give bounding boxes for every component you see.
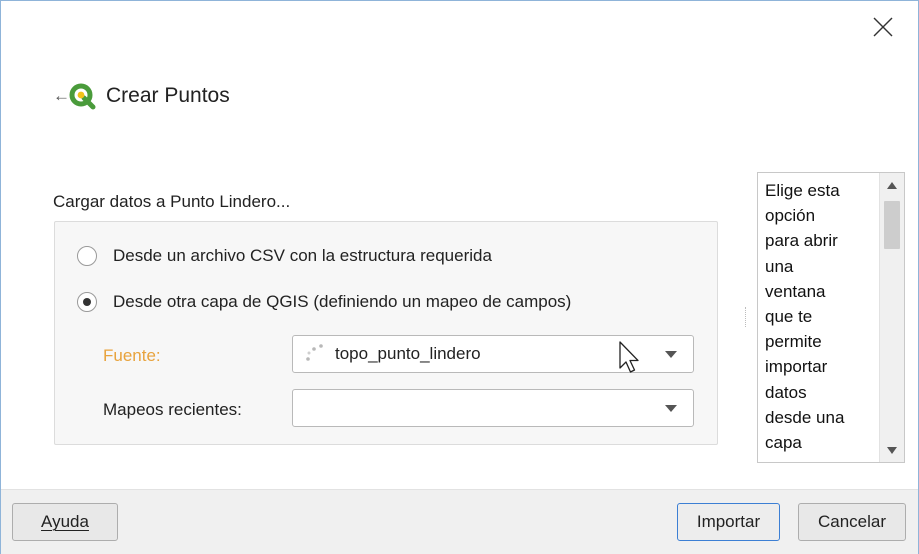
mouse-cursor-icon — [619, 341, 639, 373]
dialog-header: ← Crear Puntos — [53, 79, 230, 113]
recent-mappings-label: Mapeos recientes: — [103, 400, 242, 419]
radio-label-layer: Desde otra capa de QGIS (definiendo un m… — [113, 292, 572, 311]
help-text-line: datos — [765, 382, 807, 402]
import-button-label: Importar — [696, 512, 761, 531]
source-layer-value: topo_punto_lindero — [335, 344, 481, 363]
help-text-line: opción — [765, 206, 816, 226]
radio-label-csv: Desde un archivo CSV con la estructura r… — [113, 246, 492, 265]
import-options-panel: Desde un archivo CSV con la estructura r… — [54, 221, 718, 445]
radio-button-layer[interactable] — [77, 292, 97, 312]
help-text-line: que te — [765, 307, 813, 327]
help-text-line: desde una — [765, 407, 845, 427]
scroll-up-button[interactable] — [880, 173, 904, 197]
help-text-line: una — [765, 256, 794, 276]
help-text-line: para abrir — [765, 231, 838, 251]
import-button[interactable]: Importar — [677, 503, 780, 541]
cancel-button-label: Cancelar — [817, 512, 887, 531]
help-text-line: ventana — [765, 281, 826, 301]
chevron-down-icon — [665, 350, 677, 358]
close-icon — [873, 17, 893, 37]
dialog-window: ← Crear Puntos Cargar datos a Punto Lind… — [0, 0, 919, 554]
qgis-logo-icon — [69, 83, 96, 110]
help-scrollbar[interactable] — [879, 173, 904, 462]
cancel-button[interactable]: Cancelar — [798, 503, 906, 541]
close-button[interactable] — [863, 9, 903, 45]
scroll-thumb[interactable] — [884, 201, 900, 249]
dialog-footer: Ayuda Importar Cancelar — [1, 489, 918, 554]
radio-option-csv[interactable]: Desde un archivo CSV con la estructura r… — [77, 246, 492, 266]
help-text-line: importar — [765, 357, 828, 377]
scroll-up-icon — [887, 181, 897, 189]
help-text-line: permite — [765, 332, 822, 352]
scroll-down-button[interactable] — [880, 438, 904, 462]
help-text: Elige esta opción para abrir una ventana… — [765, 178, 877, 455]
scroll-down-icon — [887, 446, 897, 454]
help-text-box: Elige esta opción para abrir una ventana… — [757, 172, 905, 463]
point-layer-icon — [306, 344, 323, 361]
recent-mappings-select[interactable] — [292, 389, 694, 427]
radio-button-csv[interactable] — [77, 246, 97, 266]
help-button-label: Ayuda — [41, 512, 89, 531]
page-title: Crear Puntos — [106, 84, 230, 107]
radio-option-layer[interactable]: Desde otra capa de QGIS (definiendo un m… — [77, 292, 571, 312]
help-text-line: capa — [765, 433, 802, 453]
back-arrow-icon[interactable]: ← — [53, 86, 70, 106]
chevron-down-icon — [665, 404, 677, 412]
section-title: Cargar datos a Punto Lindero... — [53, 192, 291, 211]
splitter-handle[interactable] — [745, 307, 749, 327]
help-button[interactable]: Ayuda — [12, 503, 118, 541]
source-label: Fuente: — [103, 346, 161, 365]
help-text-line: Elige esta — [765, 181, 840, 200]
